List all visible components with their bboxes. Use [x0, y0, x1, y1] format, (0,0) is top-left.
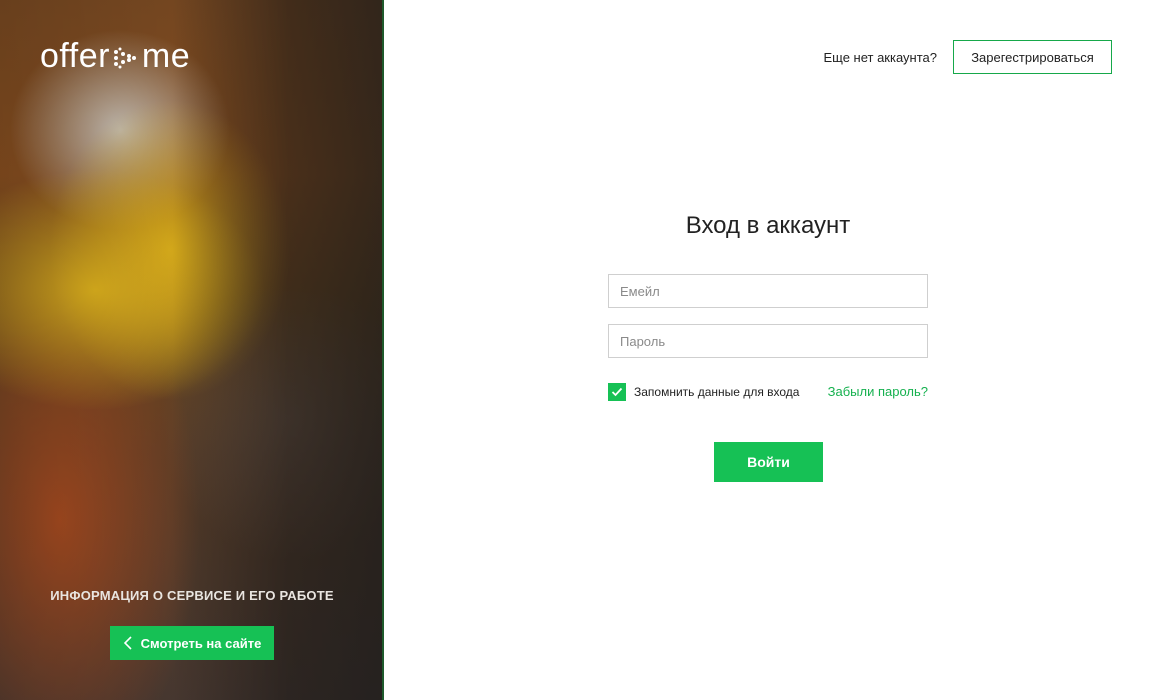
remember-checkbox[interactable]	[608, 383, 626, 401]
logo-arrow-icon	[113, 47, 136, 68]
email-input[interactable]	[608, 274, 928, 308]
forgot-password-link[interactable]: Забыли пароль?	[828, 384, 928, 399]
remember-row: Запомнить данные для входа Забыли пароль…	[608, 383, 928, 401]
password-input[interactable]	[608, 324, 928, 358]
view-site-button[interactable]: Смотреть на сайте	[110, 626, 274, 660]
chevron-left-icon	[123, 636, 132, 650]
hero-panel: offer me ИНФОРМАЦИЯ О СЕРВИСЕ И ЕГО РАБО…	[0, 0, 384, 700]
login-title: Вход в аккаунт	[685, 212, 851, 239]
no-account-text: Еще нет аккаунта?	[823, 50, 937, 65]
service-info-text: ИНФОРМАЦИЯ О СЕРВИСЕ И ЕГО РАБОТЕ	[50, 588, 334, 603]
remember-label: Запомнить данные для входа	[634, 385, 800, 399]
register-button[interactable]: Зарегестрироваться	[953, 40, 1112, 74]
brand-logo[interactable]: offer me	[40, 37, 190, 76]
logo-text-right: me	[141, 37, 191, 75]
login-button[interactable]: Войти	[714, 442, 823, 482]
logo-text-left: offer	[40, 37, 110, 75]
check-icon	[611, 387, 623, 397]
view-site-label: Смотреть на сайте	[140, 635, 262, 651]
